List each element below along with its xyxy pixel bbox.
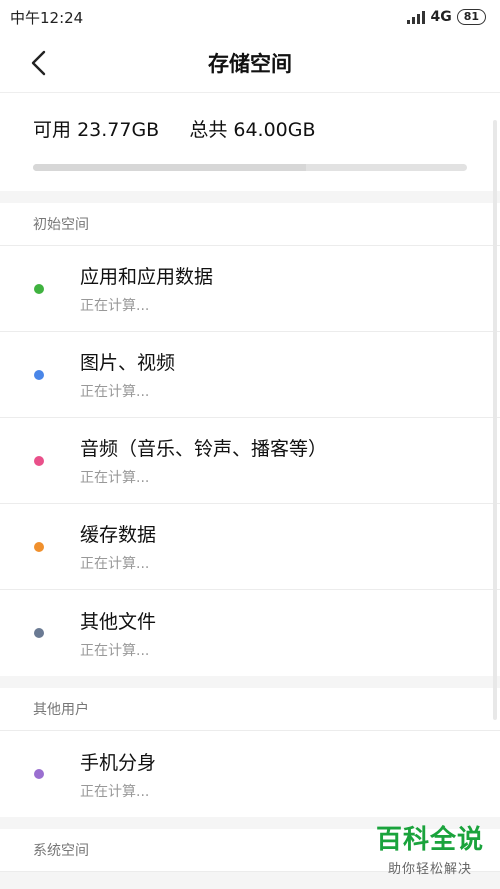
storage-progress-fill [33,164,307,171]
storage-summary-text: 可用 23.77GB 总共 64.00GB [33,115,467,142]
status-bar: 中午12:24 4G 81 [0,0,500,34]
item-text: 手机分身正在计算... [80,748,156,801]
storage-section: 初始空间 应用和应用数据 正在计算... 图片、视频 正在计算... 音频（音乐、铃声、播… [0,203,500,676]
item-label: 应用和应用数据 [80,266,214,288]
category-color-dot-icon [34,369,44,380]
category-color-dot-icon [34,283,44,294]
storage-list-item[interactable]: 图片、视频正在计算... [0,332,500,418]
page-title: 存储空间 [208,52,292,76]
app-header: 存储空间 [0,34,500,92]
storage-sections: 初始空间 应用和应用数据 正在计算... 图片、视频 正在计算... 音频（音乐、铃声、播… [0,203,500,872]
item-status: 正在计算... [80,556,150,572]
scrollbar[interactable] [493,120,497,720]
item-text: 缓存数据正在计算... [80,520,156,573]
watermark-subtitle: 助你轻松解决 [387,862,472,877]
storage-list-item[interactable]: 其他文件正在计算... [0,590,500,676]
status-time: 中午12:24 [10,8,84,27]
item-text: 音频（音乐、铃声、播客等） 正在计算... [80,434,327,487]
storage-list-item[interactable]: 手机分身正在计算... [0,731,500,817]
total-value: 64.00GB [233,119,316,141]
item-status: 正在计算... [80,298,150,314]
storage-list-item[interactable]: 应用和应用数据正在计算... [0,246,500,332]
available-value: 23.77GB [77,119,160,141]
storage-summary: 可用 23.77GB 总共 64.00GB [0,92,500,191]
signal-icon [407,10,426,24]
item-label: 手机分身 [80,751,157,774]
item-status: 正在计算... [80,642,150,659]
watermark-title: 百科全说 [375,825,484,855]
available-label: 可用 [33,119,72,141]
network-type: 4G [430,9,452,25]
status-indicators: 4G 81 [407,9,486,25]
item-label: 其他文件 [80,610,157,633]
category-color-dot-icon [34,541,44,552]
total-label: 总共 [189,119,228,141]
back-arrow-icon[interactable] [28,50,52,76]
item-label: 音频（音乐、铃声、播客等） [80,438,328,460]
item-status: 正在计算... [80,384,150,400]
item-text: 应用和应用数据正在计算... [80,262,213,315]
item-text: 图片、视频正在计算... [80,348,175,401]
item-status: 正在计算... [80,470,150,486]
item-text: 其他文件正在计算... [80,607,156,660]
item-status: 正在计算... [80,783,150,800]
section-title: 初始空间 [0,203,500,246]
category-color-dot-icon [34,769,44,779]
item-label: 缓存数据 [80,524,157,546]
battery-level: 81 [463,10,479,23]
storage-progress-bar [33,164,467,171]
category-color-dot-icon [34,628,44,638]
watermark-logo: 百科全说 助你轻松解决 [376,819,484,877]
storage-section: 其他用户手机分身正在计算... [0,688,500,817]
category-color-dot-icon [34,455,44,466]
battery-icon: 81 [456,9,486,25]
storage-list-item[interactable]: 音频（音乐、铃声、播客等） 正在计算... [0,418,500,504]
storage-list-item[interactable]: 缓存数据正在计算... [0,504,500,590]
item-label: 图片、视频 [80,352,176,374]
section-title: 其他用户 [0,688,500,731]
